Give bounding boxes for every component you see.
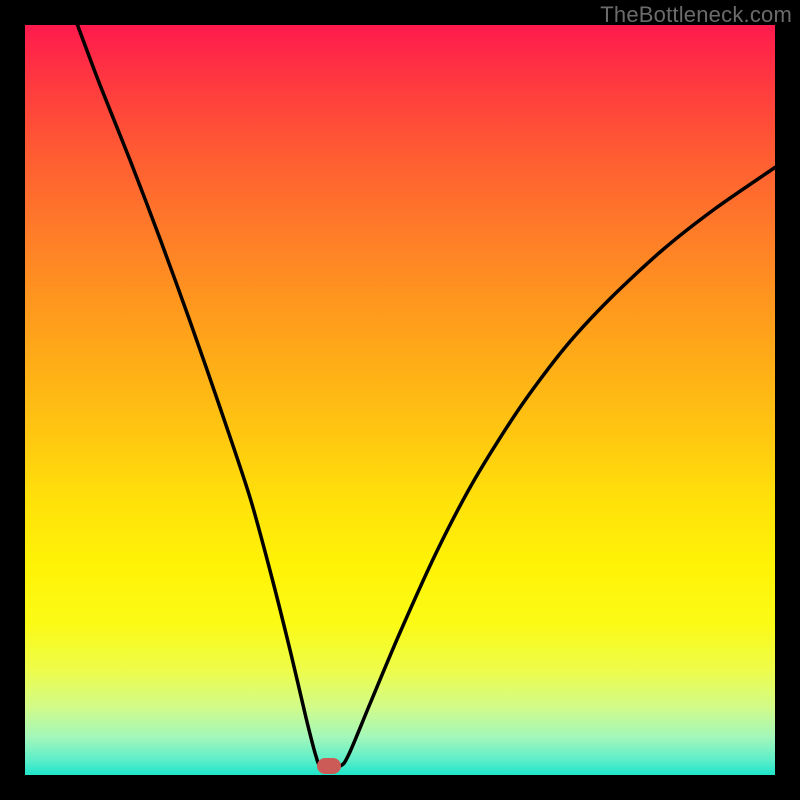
chart-frame	[25, 25, 775, 775]
chart-curve-path	[78, 25, 776, 767]
chart-marker	[317, 758, 341, 774]
chart-curve-svg	[25, 25, 775, 775]
